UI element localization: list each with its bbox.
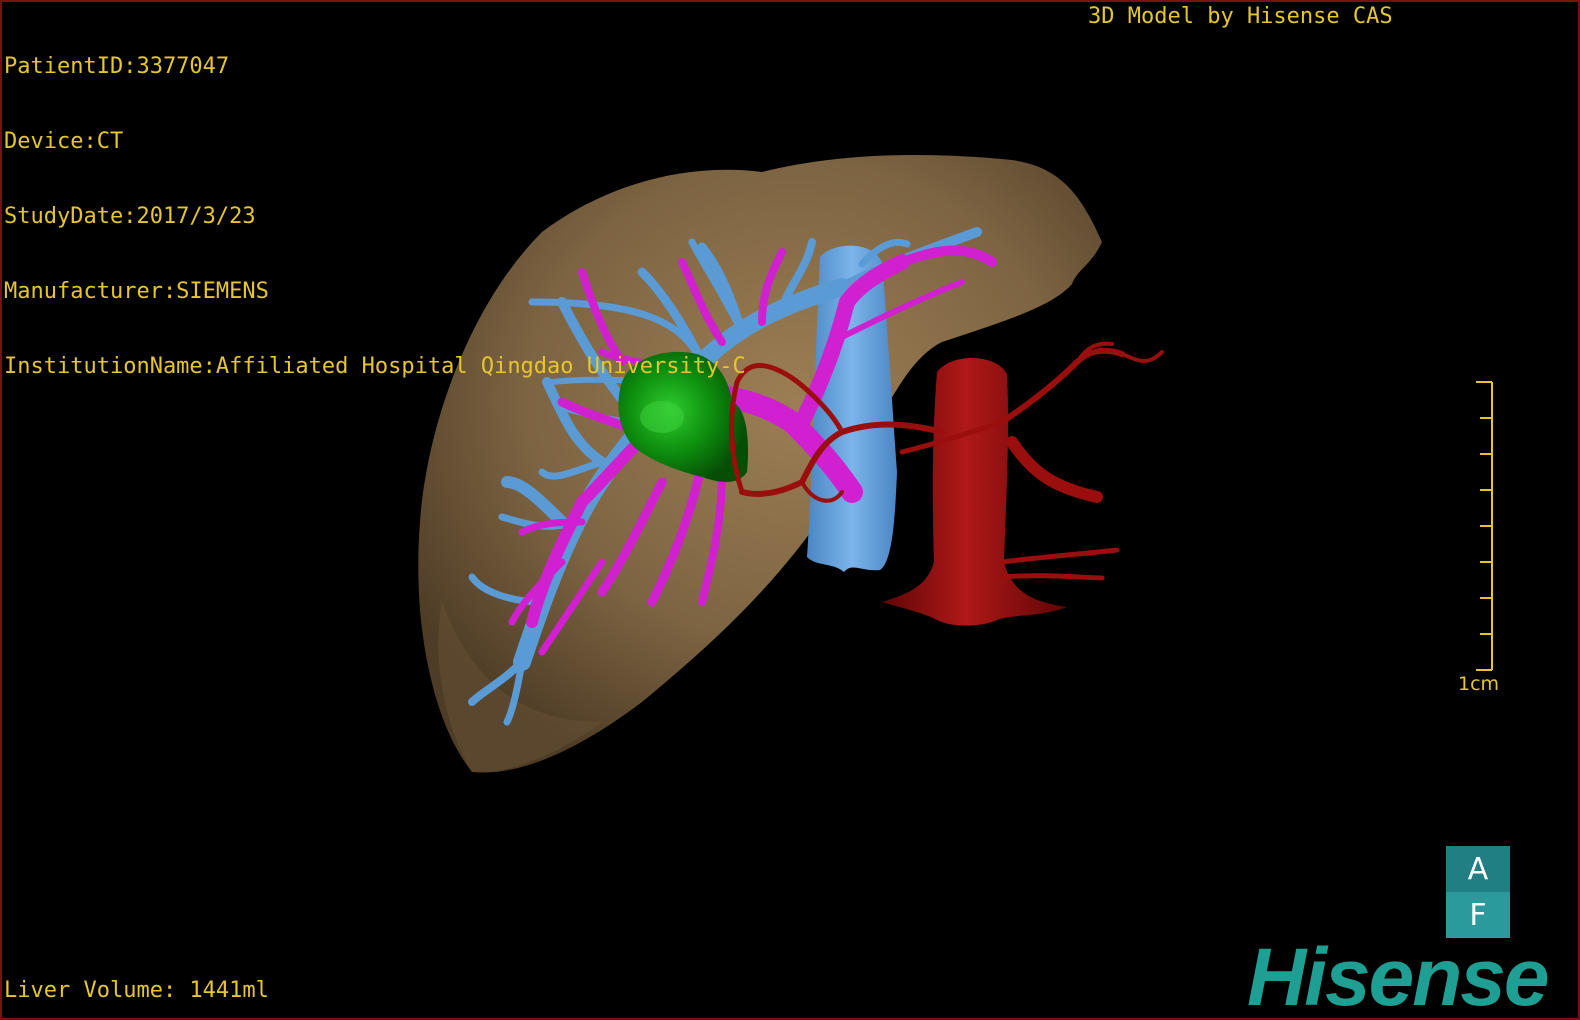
- orientation-cube[interactable]: A F: [1446, 846, 1510, 938]
- manufacturer-text: Manufacturer:SIEMENS: [4, 279, 269, 304]
- liver-volume-text: Liver Volume: 1441ml: [4, 978, 269, 1003]
- institution-text: InstitutionName:Affiliated Hospital Qing…: [4, 354, 746, 379]
- model-credit-text: 3D Model by Hisense CAS: [1088, 4, 1393, 29]
- scale-bar-label: 1cm: [1458, 673, 1500, 695]
- device-text: Device:CT: [4, 129, 124, 154]
- 3d-viewport[interactable]: PatientID:3377047 Device:CT StudyDate:20…: [0, 0, 1580, 1020]
- orientation-anterior-face[interactable]: A: [1446, 846, 1510, 892]
- hisense-logo: Hisense: [1247, 932, 1550, 1020]
- patient-info-overlay: PatientID:3377047 Device:CT StudyDate:20…: [4, 4, 746, 429]
- study-date-text: StudyDate:2017/3/23: [4, 204, 256, 229]
- scale-bar: [1476, 381, 1493, 671]
- patient-id-text: PatientID:3377047: [4, 54, 230, 79]
